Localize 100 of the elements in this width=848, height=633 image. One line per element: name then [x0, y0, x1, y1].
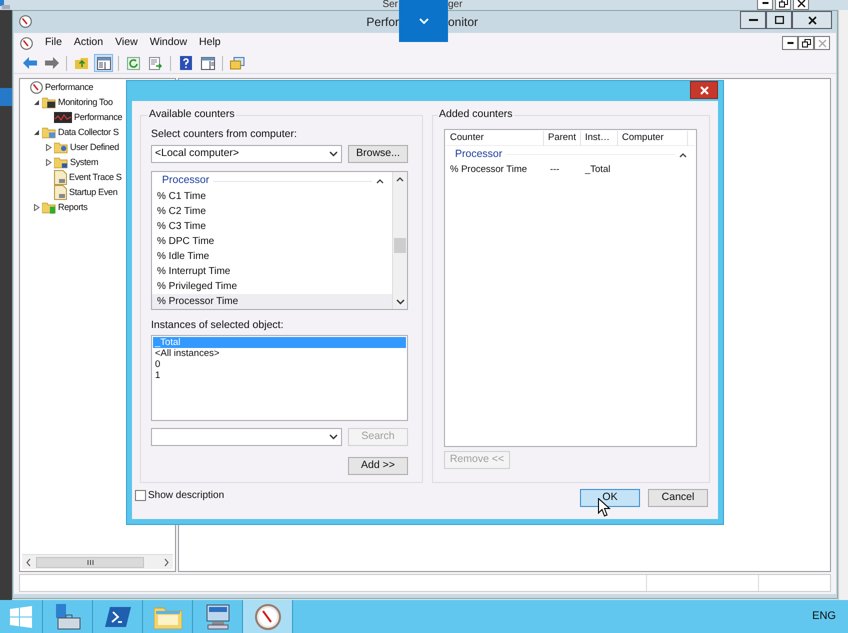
folder-icon	[74, 56, 88, 70]
tree-item[interactable]: Event Trace S	[69, 173, 122, 182]
close-button[interactable]	[792, 11, 832, 29]
tree-item[interactable]: Monitoring Too	[58, 98, 113, 107]
counter-item[interactable]: % C3 Time	[152, 218, 392, 234]
counter-item[interactable]: % C2 Time	[152, 204, 392, 218]
restore-icon	[802, 38, 810, 48]
vertical-scrollbar[interactable]	[392, 172, 407, 308]
field-label: Select counters from computer:	[151, 129, 298, 140]
close-icon	[796, 0, 806, 8]
collapse-caret-icon[interactable]	[376, 178, 384, 184]
restore-button[interactable]	[775, 0, 791, 10]
grip-icon	[86, 560, 94, 564]
menu-item[interactable]: Help	[199, 35, 221, 51]
table-cell-text: % Processor Time	[448, 162, 528, 177]
toolbar-button[interactable]	[228, 54, 247, 72]
folder-icon	[154, 604, 182, 628]
toolbar-button[interactable]	[94, 54, 113, 72]
close-icon	[818, 38, 826, 48]
window-title: Perfor	[366, 14, 399, 31]
menu-item[interactable]: File	[45, 35, 62, 51]
windows-logo-icon	[10, 606, 32, 628]
horizontal-scrollbar[interactable]	[22, 554, 173, 569]
counter-item[interactable]: % Idle Time	[152, 248, 392, 264]
server-icon	[0, 0, 10, 9]
tree-item[interactable]: Data Collector S	[58, 128, 119, 137]
system-folder-icon	[54, 156, 68, 169]
close-icon	[808, 16, 816, 24]
group-legend: Available counters	[148, 109, 236, 120]
expanded-arrow-icon[interactable]	[34, 129, 40, 136]
minimize-button[interactable]	[757, 0, 773, 10]
scrollbar-thumb[interactable]	[36, 556, 144, 568]
toolbar-button[interactable]	[198, 54, 217, 72]
expanded-arrow-icon[interactable]	[34, 99, 40, 106]
window-title: Ser	[382, 0, 399, 10]
close-button[interactable]	[690, 81, 718, 99]
group-header: Processor	[162, 173, 210, 188]
browse-button[interactable]: Browse...	[348, 144, 408, 162]
column-header[interactable]: Parent	[544, 131, 581, 146]
tree-pane-icon	[96, 56, 110, 70]
help-icon	[180, 56, 192, 70]
collapsed-arrow-icon[interactable]	[46, 159, 52, 166]
instance-item[interactable]: <All instances>	[153, 348, 406, 359]
window-stack-icon	[230, 56, 245, 70]
back-arrow-icon	[22, 57, 36, 69]
tree-item[interactable]: Reports	[58, 203, 88, 212]
collapse-caret-icon[interactable]	[678, 152, 687, 158]
minimize-button[interactable]	[782, 36, 798, 50]
language-indicator[interactable]: ENG	[812, 608, 848, 625]
restore-button[interactable]	[798, 36, 814, 50]
tree-item[interactable]: Performance	[45, 83, 94, 92]
scrollbar-thumb[interactable]	[394, 238, 406, 252]
toolbar-button[interactable]	[124, 54, 143, 72]
instance-item[interactable]: 1	[153, 370, 406, 381]
export-list-icon	[148, 56, 162, 70]
minimize-button[interactable]	[740, 11, 766, 29]
maximize-button[interactable]	[766, 11, 792, 29]
checkbox[interactable]	[135, 490, 146, 500]
taskbar-button[interactable]	[243, 600, 293, 633]
counter-item[interactable]: % Interrupt Time	[152, 264, 392, 278]
toolbar-button[interactable]	[42, 54, 61, 72]
document-icon	[54, 185, 67, 200]
chart-folder-icon	[42, 96, 56, 109]
tree-item[interactable]: User Defined	[70, 143, 119, 152]
add-button[interactable]: Add >>	[348, 457, 408, 475]
tree-item[interactable]: Startup Even	[69, 188, 118, 197]
document-icon	[54, 170, 67, 185]
close-icon	[700, 86, 708, 94]
toolbar-button[interactable]	[146, 54, 165, 72]
collapsed-arrow-icon[interactable]	[46, 144, 52, 151]
table-cell-text: _Total	[584, 162, 612, 177]
chevron-down-icon	[418, 18, 428, 24]
tree-item[interactable]: Performance	[74, 113, 122, 122]
minimize-icon	[786, 42, 794, 44]
column-header[interactable]: Inst…	[580, 131, 618, 146]
data-folder-icon	[42, 126, 56, 139]
scroll-up-icon[interactable]	[396, 176, 404, 182]
table-cell-text: ---	[548, 162, 560, 177]
menu-item[interactable]: Window	[150, 35, 188, 51]
counter-item[interactable]: % Privileged Time	[152, 278, 392, 294]
counter-item[interactable]: % Processor Time	[152, 294, 392, 308]
tree-item[interactable]: System	[70, 158, 98, 167]
ok-button[interactable]: OK	[580, 489, 640, 507]
refresh-icon	[127, 56, 140, 70]
column-header[interactable]: Computer	[618, 131, 688, 146]
collapsed-arrow-icon[interactable]	[34, 204, 40, 211]
counter-item[interactable]: % C1 Time	[152, 188, 392, 204]
menu-item[interactable]: View	[115, 35, 138, 51]
instance-item[interactable]: 0	[153, 359, 406, 370]
checkbox-label: Show description	[148, 488, 224, 502]
close-button[interactable]	[793, 0, 809, 10]
group-legend: Added counters	[438, 109, 514, 120]
menu-item[interactable]: Action	[74, 35, 104, 51]
computer-dropdown[interactable]: <Local computer>	[151, 144, 342, 162]
counter-item[interactable]: % DPC Time	[152, 234, 392, 248]
cancel-button[interactable]: Cancel	[648, 489, 708, 507]
column-header[interactable]: Counter	[446, 131, 544, 146]
gauge-icon	[20, 36, 33, 50]
gauge-icon	[19, 15, 32, 28]
server-toolbox-icon	[54, 604, 82, 630]
